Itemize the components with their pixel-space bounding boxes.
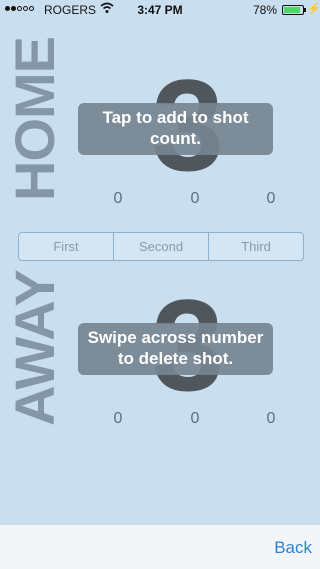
away-second-period-count: 0 — [190, 410, 200, 427]
segment-second[interactable]: Second — [114, 233, 209, 260]
home-first-period-count: 0 — [113, 190, 123, 207]
home-team-label: HOME — [3, 37, 66, 201]
charging-icon: ⚡ — [307, 3, 320, 15]
away-team-label: AWAY — [3, 270, 66, 426]
tap-hint-overlay[interactable]: Tap to add to shot count. — [78, 103, 273, 155]
home-third-period-count: 0 — [266, 190, 276, 207]
segment-first[interactable]: First — [19, 233, 114, 260]
away-third-period-count: 0 — [266, 410, 276, 427]
segment-third[interactable]: Third — [209, 233, 303, 260]
battery-icon — [282, 5, 304, 15]
status-bar: ROGERS 3:47 PM 78% ⚡ — [0, 0, 320, 20]
battery-tip — [304, 8, 306, 12]
period-selector[interactable]: First Second Third — [18, 232, 304, 261]
back-button[interactable]: Back — [274, 538, 312, 558]
home-second-period-count: 0 — [190, 190, 200, 207]
swipe-hint-overlay[interactable]: Swipe across number to delete shot. — [78, 323, 273, 375]
bottom-toolbar: Back — [0, 524, 320, 569]
away-first-period-count: 0 — [113, 410, 123, 427]
battery-percent: 78% — [253, 3, 278, 17]
